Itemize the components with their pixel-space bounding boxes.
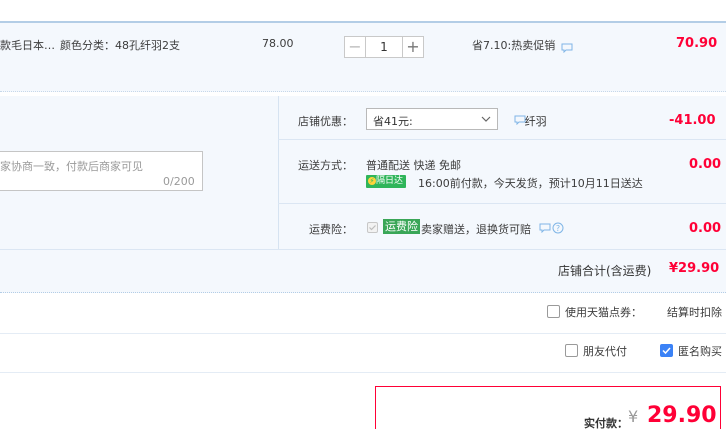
section-divider — [278, 96, 279, 249]
shop-total-label: 店铺合计(含运费) — [558, 264, 652, 278]
lightning-icon: ⚡ — [368, 176, 376, 185]
tmall-points-checkbox[interactable] — [547, 305, 560, 318]
quantity-decrease-button[interactable]: − — [344, 36, 366, 58]
divider — [0, 333, 726, 334]
message-placeholder: 家协商一致，付款后商家可见 — [0, 160, 143, 173]
message-count: 0/200 — [163, 175, 195, 188]
friend-pay-label: 朋友代付 — [583, 345, 627, 358]
next-day-badge-label: 隔日达 — [376, 176, 404, 186]
shop-discount-select[interactable]: 省41元: 纤羽 — [366, 108, 547, 130]
divider — [278, 203, 726, 204]
chat-icon[interactable] — [514, 115, 526, 125]
shipping-detail: 16:00前付款，今天发货，预计10月11日送达 — [418, 177, 643, 190]
item-price: 78.00 — [262, 37, 294, 50]
payment-summary-box: 实付款： ¥ 29.90 — [375, 386, 721, 430]
anonymous-checkbox[interactable] — [660, 344, 673, 357]
checkout-deduct-text: 结算时扣除 — [667, 306, 722, 319]
check-icon — [662, 347, 671, 355]
quantity-increase-button[interactable]: + — [402, 36, 424, 58]
divider — [0, 249, 726, 250]
next-day-badge: ⚡ 隔日达 — [366, 175, 407, 188]
insurance-text: 卖家赠送，退换货可赔 — [421, 223, 531, 236]
insurance-label: 运费险： — [309, 223, 353, 236]
shop-total-value: ¥29.90 — [669, 261, 720, 276]
shop-discount-amount: -41.00 — [669, 113, 716, 128]
anonymous-label: 匿名购买 — [678, 345, 722, 358]
quantity-input[interactable]: 1 — [366, 36, 402, 58]
chat-icon[interactable] — [561, 43, 573, 53]
pay-currency: ¥ — [628, 407, 639, 426]
svg-text:?: ? — [556, 224, 560, 233]
friend-pay-checkbox[interactable] — [565, 344, 578, 357]
shipping-amount: 0.00 — [689, 157, 722, 172]
item-subtotal: 70.90 — [676, 36, 718, 51]
insurance-checkbox[interactable] — [367, 222, 378, 233]
chevron-down-icon — [481, 116, 491, 122]
item-title[interactable]: 款毛日本… — [0, 37, 55, 53]
divider — [0, 372, 726, 373]
check-icon — [369, 225, 376, 231]
pay-amount: 29.90 — [647, 403, 717, 428]
shipping-method: 普通配送 快递 免邮 — [366, 159, 461, 172]
help-icon[interactable]: ? — [552, 222, 564, 234]
buyer-message-input[interactable]: 家协商一致，付款后商家可见 0/200 — [0, 151, 203, 191]
shop-discount-label: 店铺优惠： — [298, 115, 353, 128]
tmall-points-label: 使用天猫点券： — [565, 306, 642, 319]
divider — [278, 139, 726, 140]
insurance-amount: 0.00 — [689, 221, 722, 236]
item-promo: 省7.10:热卖促销 — [472, 39, 556, 52]
chat-icon[interactable] — [539, 223, 551, 233]
insurance-badge: 运费险 — [383, 219, 420, 234]
item-sku: 颜色分类：48孔纤羽2支 — [60, 39, 180, 52]
shipping-label: 运送方式： — [298, 159, 353, 172]
